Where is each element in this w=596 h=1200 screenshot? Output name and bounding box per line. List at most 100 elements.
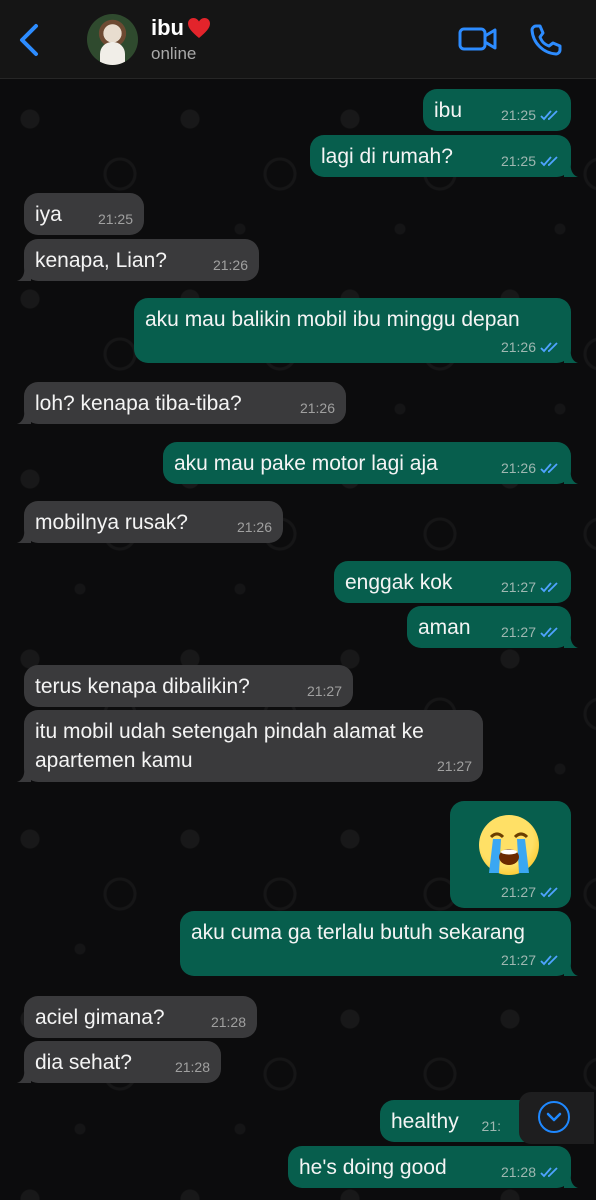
message-meta: 21:25: [98, 211, 133, 227]
message-meta: 21:25: [501, 153, 560, 169]
message-meta: 21:: [482, 1118, 501, 1134]
message-meta: 21:27: [501, 952, 560, 968]
incoming-message[interactable]: iya 21:25: [24, 193, 144, 235]
message-time: 21:25: [500, 107, 536, 123]
bubble-tail-icon: [564, 349, 578, 363]
message-time: 21:28: [500, 1164, 536, 1180]
message-text: aku mau pake motor lagi aja: [174, 452, 438, 475]
outgoing-message[interactable]: lagi di rumah? 21:25: [310, 135, 578, 177]
incoming-message[interactable]: itu mobil udah setengah pindah alamat ke…: [17, 710, 483, 782]
read-ticks-icon: [540, 463, 558, 474]
incoming-message[interactable]: loh? kenapa tiba-tiba? 21:26: [17, 382, 346, 424]
message-text: aku mau balikin mobil ibu minggu depan: [145, 308, 520, 331]
message-meta: 21:25: [501, 107, 560, 123]
outgoing-message[interactable]: aku mau pake motor lagi aja 21:26: [163, 442, 578, 484]
video-call-icon[interactable]: [458, 22, 498, 56]
message-text: enggak kok: [345, 571, 453, 594]
read-ticks-icon: [540, 955, 558, 966]
loudly-crying-face-icon: [479, 815, 539, 875]
message-time: 21:28: [174, 1059, 210, 1075]
message-meta: 21:26: [237, 519, 272, 535]
message-text: iya: [35, 203, 62, 226]
bubble-tail-icon: [564, 634, 578, 648]
message-time: 21:: [481, 1118, 501, 1134]
outgoing-message[interactable]: aman 21:27: [407, 606, 578, 648]
message-meta: 21:27: [437, 758, 472, 774]
incoming-message[interactable]: dia sehat? 21:28: [17, 1041, 221, 1083]
read-ticks-icon: [540, 342, 558, 353]
message-time: 21:27: [500, 579, 536, 595]
message-time: 21:27: [500, 624, 536, 640]
scroll-to-bottom-button[interactable]: [519, 1092, 594, 1144]
read-ticks-icon: [540, 887, 558, 898]
message-text: mobilnya rusak?: [35, 511, 188, 534]
bubble-tail-icon: [17, 410, 31, 424]
message-text: loh? kenapa tiba-tiba?: [35, 392, 242, 415]
message-time: 21:26: [212, 257, 248, 273]
outgoing-message[interactable]: aku cuma ga terlalu butuh sekarang 21:27: [180, 911, 578, 976]
bubble-tail-icon: [17, 1069, 31, 1083]
message-meta: 21:26: [501, 460, 560, 476]
message-text: itu mobil udah setengah pindah alamat ke…: [35, 720, 424, 772]
contact-name[interactable]: ibu: [151, 15, 211, 41]
message-text: lagi di rumah?: [321, 145, 453, 168]
message-meta: 21:27: [501, 579, 560, 595]
incoming-message[interactable]: aciel gimana? 21:28: [24, 996, 257, 1038]
message-meta: 21:26: [501, 339, 560, 355]
message-time: 21:27: [500, 952, 536, 968]
incoming-message[interactable]: kenapa, Lian? 21:26: [17, 239, 259, 281]
message-time: 21:27: [436, 758, 472, 774]
message-time: 21:26: [236, 519, 272, 535]
message-meta: 21:27: [501, 884, 560, 900]
outgoing-emoji-message[interactable]: 21:27: [450, 801, 571, 908]
message-meta: 21:28: [211, 1014, 246, 1030]
read-ticks-icon: [540, 110, 558, 121]
message-meta: 21:26: [213, 257, 248, 273]
chat-area[interactable]: ibu 21:25 lagi di rumah? 21:25 iya 21:25…: [0, 79, 596, 1200]
back-chevron-icon[interactable]: [14, 22, 46, 58]
bubble-tail-icon: [17, 529, 31, 543]
phone-call-icon[interactable]: [528, 22, 564, 58]
bubble-tail-icon: [17, 267, 31, 281]
message-time: 21:28: [210, 1014, 246, 1030]
contact-status: online: [151, 44, 197, 63]
message-text: he's doing good: [299, 1156, 447, 1179]
message-time: 21:27: [500, 884, 536, 900]
bubble-tail-icon: [17, 768, 31, 782]
message-text: dia sehat?: [35, 1051, 132, 1074]
message-time: 21:25: [500, 153, 536, 169]
bubble-tail-icon: [564, 470, 578, 484]
message-meta: 21:28: [175, 1059, 210, 1075]
message-text: aku cuma ga terlalu butuh sekarang: [191, 921, 525, 944]
chevron-down-circle-icon: [538, 1101, 570, 1133]
message-time: 21:27: [306, 683, 342, 699]
read-ticks-icon: [540, 582, 558, 593]
outgoing-message[interactable]: he's doing good 21:28: [288, 1146, 578, 1188]
message-text: ibu: [434, 99, 463, 122]
message-text: terus kenapa dibalikin?: [35, 675, 250, 698]
message-meta: 21:27: [307, 683, 342, 699]
bubble-tail-icon: [564, 962, 578, 976]
message-meta: 21:26: [300, 400, 335, 416]
bubble-tail-icon: [564, 163, 578, 177]
contact-name-text: ibu: [151, 15, 184, 40]
red-heart-icon: [188, 18, 210, 38]
read-ticks-icon: [540, 1167, 558, 1178]
outgoing-message[interactable]: ibu 21:25: [423, 89, 571, 131]
incoming-message[interactable]: mobilnya rusak? 21:26: [17, 501, 283, 543]
outgoing-message[interactable]: aku mau balikin mobil ibu minggu depan 2…: [134, 298, 578, 363]
message-meta: 21:27: [501, 624, 560, 640]
message-time: 21:25: [97, 211, 133, 227]
contact-avatar[interactable]: [87, 14, 138, 65]
read-ticks-icon: [540, 156, 558, 167]
bubble-tail-icon: [564, 1174, 578, 1188]
message-text: aciel gimana?: [35, 1006, 165, 1029]
outgoing-message[interactable]: enggak kok 21:27: [334, 561, 571, 603]
chat-header: ibu online: [0, 0, 596, 79]
message-time: 21:26: [500, 339, 536, 355]
message-meta: 21:28: [501, 1164, 560, 1180]
incoming-message[interactable]: terus kenapa dibalikin? 21:27: [24, 665, 353, 707]
message-text: healthy: [391, 1110, 459, 1133]
read-ticks-icon: [540, 627, 558, 638]
message-time: 21:26: [500, 460, 536, 476]
